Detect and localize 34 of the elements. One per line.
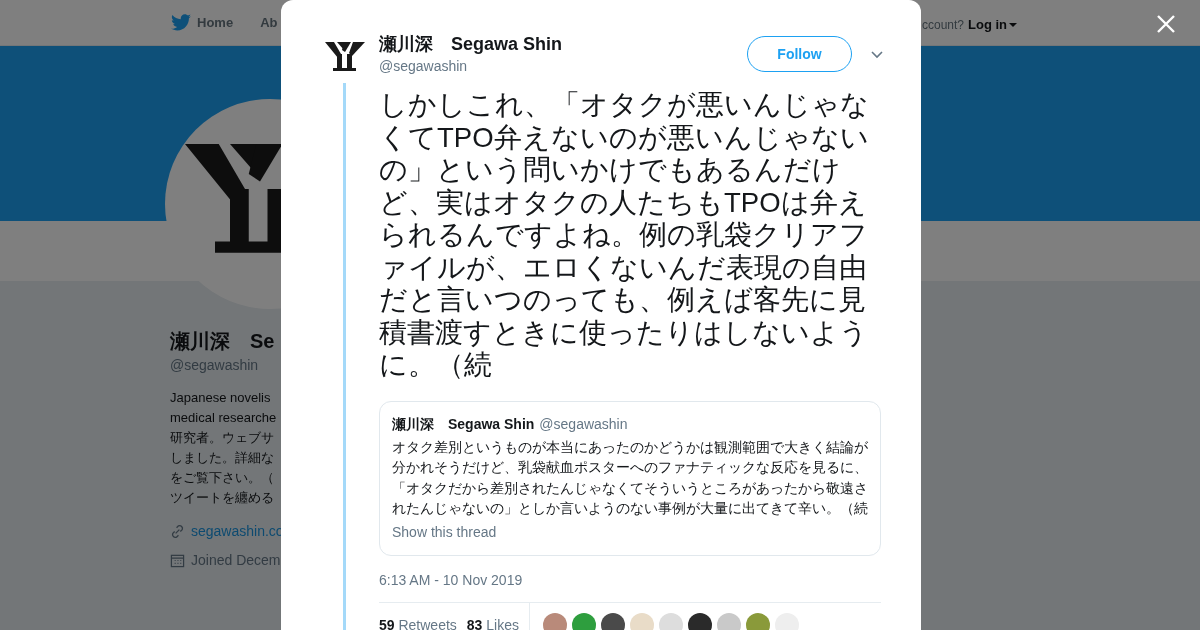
quoted-tweet-card[interactable]: 瀬川深 Segawa Shin @segawashin オタク差別というものが本当にあったのかどうかは観測範囲で大きく結論が分かれそうだけど、乳袋献血ポスターへのファナティックな反応を見るに、「オタクだから差別されたんじゃなくてそういうところがあったから敬遠されたんじゃないの」としか言いようのない事例が大量に出てきて辛い。（続 Show this thread: [379, 400, 881, 556]
stat-link[interactable]: 83 Likes: [466, 614, 519, 630]
calendar-icon: [170, 553, 185, 568]
liker-avatar[interactable]: [688, 613, 712, 630]
quoted-author-handle: @segawashin: [539, 414, 628, 434]
stat-link[interactable]: 59 Retweets: [379, 614, 457, 630]
show-thread-link[interactable]: Show this thread: [392, 521, 868, 543]
bird-icon: [171, 14, 191, 31]
account-prompt: ccount?: [922, 16, 965, 34]
quoted-tweet-text: オタク差別というものが本当にあったのかどうかは観測範囲で大きく結論が分かれそうだけど、乳袋献血ポスターへのファナティックな反応を見るに、「オタクだから差別されたんじゃなくてそういうところがあったから敬遠されたんじゃないの」としか言いようのない事例が大量に出てきて辛い。（続: [392, 437, 868, 518]
bio-line: medical researche: [170, 409, 277, 427]
tweet-timestamp: 6:13 AM - 10 Nov 2019: [379, 570, 524, 590]
tweet-text: しかしこれ、「オタクが悪いんじゃなくてTPO弁えないのが悪いんじゃないの」という問いかけでもあるんだけど、実はオタクの人たちもTPOは弁えられるんですよね。例の乳袋クリアファイルが、エロくないんだ表現の自由だと言いつのっても、例えば客先に見積書渡すときに使ったりはしないように。（続: [379, 89, 870, 382]
close-icon: [1155, 13, 1177, 35]
avatar-logo-icon: [325, 40, 365, 72]
login-link[interactable]: Log in: [968, 15, 1018, 35]
liker-avatar[interactable]: [601, 613, 625, 630]
close-button[interactable]: [1155, 13, 1177, 35]
bio-line: Japanese novelis: [170, 389, 271, 407]
bio-line: しました。詳細な: [170, 449, 274, 467]
joined-date: Joined Decem: [191, 551, 281, 570]
home-link[interactable]: Home: [197, 12, 234, 33]
bio-line: ツイートを纏める: [170, 489, 274, 507]
about-link[interactable]: Ab: [260, 12, 278, 33]
author-name: 瀬川深 Segawa Shin: [379, 33, 564, 56]
profile-name: 瀬川深 Se: [170, 329, 275, 354]
quoted-author-name: 瀬川深 Segawa Shin: [392, 414, 535, 434]
bio-line: 研究者。ウェブサ: [170, 429, 274, 447]
chevron-down-icon[interactable]: [871, 51, 883, 59]
profile-handle: @segawashin: [170, 356, 259, 375]
author-handle: @segawashin: [379, 57, 469, 76]
bio-line: をご覧下さい。（: [170, 469, 274, 487]
logo-icon: [185, 144, 281, 253]
link-icon: [170, 524, 185, 539]
